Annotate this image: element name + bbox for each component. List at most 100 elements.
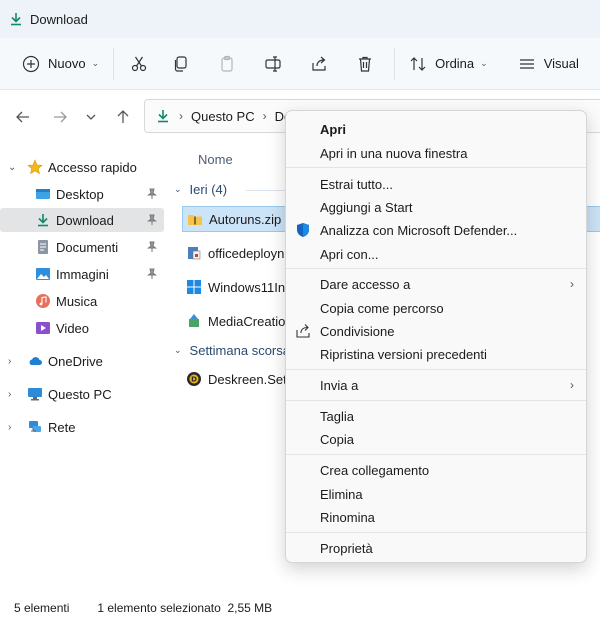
title-bar: Download	[0, 0, 600, 38]
group-label: Ieri (4)	[189, 182, 228, 197]
context-menu: Apri Apri in una nuova finestra Estrai t…	[285, 110, 587, 563]
star-icon	[27, 159, 43, 175]
menu-separator	[286, 369, 586, 370]
sidebar-item-download[interactable]: Download	[0, 208, 164, 232]
sidebar-item-video[interactable]: Video	[0, 316, 164, 340]
paste-button[interactable]	[204, 46, 250, 82]
file-name: Deskreen.Setu	[208, 371, 294, 387]
menu-item-send-to[interactable]: Invia a ›	[286, 373, 586, 397]
menu-item-restore-versions[interactable]: Ripristina versioni precedenti	[286, 342, 586, 366]
shield-icon	[297, 223, 309, 237]
column-header-name[interactable]: Nome	[198, 152, 233, 167]
file-name: MediaCreatio	[208, 313, 286, 329]
scissors-icon	[132, 56, 147, 71]
back-button[interactable]	[8, 102, 38, 132]
sort-button-label: Ordina	[435, 56, 475, 71]
sidebar-item-documents[interactable]: Documenti	[0, 235, 164, 259]
sort-button[interactable]: Ordina ⌄	[401, 46, 496, 82]
chevron-down-icon: ⌄	[174, 184, 182, 194]
menu-item-create-shortcut[interactable]: Crea collegamento	[286, 458, 586, 482]
music-icon	[36, 294, 50, 308]
computer-icon	[28, 388, 42, 401]
copy-button[interactable]	[158, 46, 204, 82]
menu-item-share[interactable]: Condivisione	[286, 319, 586, 343]
rename-button[interactable]	[250, 46, 296, 82]
arrow-right-icon	[54, 111, 67, 123]
share-icon	[312, 56, 326, 71]
chevron-right-icon: ›	[262, 109, 267, 123]
menu-item-open-with[interactable]: Apri con...	[286, 242, 586, 266]
chevron-right-icon[interactable]: ›	[8, 356, 18, 367]
window-title: Download	[30, 11, 88, 27]
chevron-right-icon: ›	[179, 109, 183, 123]
sidebar-item-label: Accesso rapido	[48, 159, 137, 175]
delete-button[interactable]	[342, 46, 388, 82]
sidebar-item-this-pc[interactable]: › Questo PC	[0, 382, 164, 406]
chevron-right-icon[interactable]: ›	[8, 389, 18, 400]
group-header-yesterday[interactable]: ⌄ Ieri (4)	[174, 182, 227, 197]
menu-separator	[286, 167, 586, 168]
sidebar-item-desktop[interactable]: Desktop	[0, 182, 164, 206]
sidebar-item-music[interactable]: Musica	[0, 289, 164, 313]
sidebar-item-network[interactable]: › Rete	[0, 415, 164, 439]
network-icon	[29, 421, 41, 432]
menu-item-give-access[interactable]: Dare accesso a ›	[286, 272, 586, 296]
menu-item-label: Copia	[320, 431, 354, 447]
pictures-icon	[36, 268, 50, 280]
cut-button[interactable]	[120, 46, 158, 82]
up-button[interactable]	[108, 102, 138, 132]
navigation-pane: ⌄ Accesso rapido Desktop Download Docume…	[0, 144, 166, 594]
file-name: Windows11Ins	[208, 279, 292, 295]
group-divider	[246, 190, 286, 191]
share-icon	[296, 324, 310, 338]
pin-icon[interactable]	[146, 241, 158, 253]
chevron-down-icon[interactable]: ⌄	[8, 162, 18, 173]
menu-item-rename[interactable]: Rinomina	[286, 505, 586, 529]
menu-item-delete[interactable]: Elimina	[286, 482, 586, 506]
chevron-down-icon	[86, 114, 96, 120]
menu-item-copy-as-path[interactable]: Copia come percorso	[286, 296, 586, 320]
sidebar-item-label: OneDrive	[48, 353, 103, 369]
pin-icon[interactable]	[146, 188, 158, 200]
share-button[interactable]	[296, 46, 342, 82]
sidebar-item-label: Rete	[48, 419, 76, 435]
breadcrumb-this-pc[interactable]: Questo PC	[191, 109, 255, 124]
chevron-down-icon: ⌄	[480, 58, 488, 68]
desktop-folder-icon	[36, 189, 50, 199]
menu-item-label: Analizza con Microsoft Defender...	[320, 222, 518, 238]
sidebar-item-label: Questo PC	[48, 386, 112, 402]
menu-item-properties[interactable]: Proprietà	[286, 536, 586, 560]
chevron-right-icon[interactable]: ›	[8, 422, 18, 433]
menu-item-copy[interactable]: Copia	[286, 427, 586, 451]
arrow-up-icon	[117, 110, 129, 123]
new-button[interactable]: Nuovo ⌄	[14, 46, 107, 82]
sidebar-item-onedrive[interactable]: › OneDrive	[0, 349, 164, 373]
menu-item-cut[interactable]: Taglia	[286, 404, 586, 428]
recent-locations-button[interactable]	[78, 102, 104, 132]
menu-separator	[286, 532, 586, 533]
menu-item-label: Dare accesso a	[320, 276, 411, 292]
cloud-icon	[29, 357, 42, 365]
menu-item-pin-to-start[interactable]: Aggiungi a Start	[286, 195, 586, 219]
pin-icon[interactable]	[146, 268, 158, 280]
group-header-last-week[interactable]: ⌄ Settimana scorsa	[174, 343, 290, 358]
forward-button[interactable]	[45, 102, 75, 132]
rename-icon	[265, 55, 281, 72]
deskreen-icon: D	[187, 372, 201, 386]
view-list-icon	[519, 58, 534, 69]
new-button-label: Nuovo	[48, 56, 86, 71]
svg-text:D: D	[191, 376, 197, 384]
sidebar-item-pictures[interactable]: Immagini	[0, 262, 164, 286]
menu-item-scan-defender[interactable]: Analizza con Microsoft Defender...	[286, 218, 586, 242]
sidebar-item-quick-access[interactable]: ⌄ Accesso rapido	[0, 155, 164, 179]
menu-item-open[interactable]: Apri	[286, 117, 586, 141]
menu-item-extract-all[interactable]: Estrai tutto...	[286, 172, 586, 196]
sidebar-item-label: Musica	[56, 293, 98, 309]
sort-icon	[410, 56, 426, 71]
pin-icon[interactable]	[146, 214, 158, 226]
menu-item-label: Elimina	[320, 486, 363, 502]
menu-item-open-new-window[interactable]: Apri in una nuova finestra	[286, 141, 586, 165]
file-name: officedeployn	[208, 245, 285, 261]
menu-item-label: Copia come percorso	[320, 300, 444, 316]
view-button[interactable]: Visual	[510, 46, 587, 82]
